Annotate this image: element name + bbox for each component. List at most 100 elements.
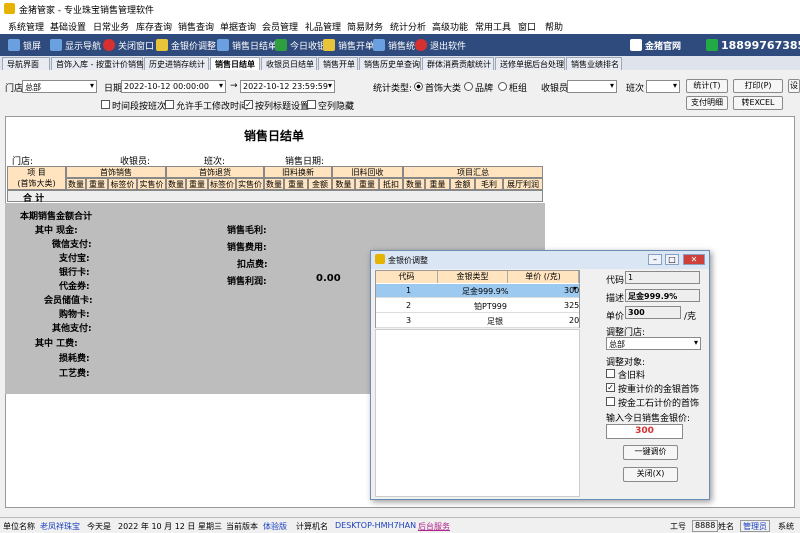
- label-cash: 其中 现金:: [35, 226, 78, 236]
- item-header: 项 目 (首饰大类): [7, 166, 66, 190]
- cashier-select[interactable]: [567, 80, 617, 93]
- target-weight-priced-checkbox[interactable]: [606, 383, 615, 392]
- store-adjust-select[interactable]: 总部: [606, 337, 701, 350]
- label-craft-fee: 工艺费:: [59, 369, 90, 379]
- col-header: 标签价: [208, 178, 236, 190]
- option-manual-time-checkbox[interactable]: [165, 100, 174, 109]
- date-to-input[interactable]: 2022-10-12 23:59:59: [240, 80, 335, 93]
- one-click-adjust-button[interactable]: 一键调价: [623, 445, 678, 460]
- home-icon: [630, 39, 642, 51]
- grid-row[interactable]: 1 足金999.9% 300: [376, 284, 579, 298]
- col-header: 数量: [264, 178, 284, 190]
- tab-history-stats[interactable]: 历史进销存统计: [144, 57, 209, 70]
- row-code: 2: [406, 301, 412, 310]
- tab-group-stats[interactable]: 群体消费贡献统计: [422, 57, 494, 70]
- shift-select[interactable]: [646, 80, 680, 93]
- target-old-material-checkbox[interactable]: [606, 369, 615, 378]
- label-member-card: 会员储值卡:: [44, 296, 93, 306]
- lock-button[interactable]: 锁屏: [8, 38, 41, 52]
- sales-order-icon: [323, 39, 335, 51]
- statistics-icon: [373, 39, 385, 51]
- grid-col-code: 代码: [376, 271, 438, 283]
- worker-value: 8888: [692, 520, 719, 532]
- settings-button[interactable]: 设: [788, 79, 800, 93]
- tab-stock-in[interactable]: 首饰入库 - 按重计价销售: [51, 57, 144, 70]
- dialog-title: 金银价调整: [388, 256, 428, 265]
- label-bank-card: 银行卡:: [59, 268, 90, 278]
- menu-inventory-query[interactable]: 库存查询: [136, 20, 172, 33]
- menu-help[interactable]: 帮助: [545, 20, 563, 33]
- worker-label: 工号: [670, 522, 686, 531]
- title-bar: 金猪管家 - 专业珠宝销售管理软件: [0, 0, 800, 18]
- profit-value: 0.00: [316, 273, 341, 284]
- store-select[interactable]: 总部: [22, 80, 97, 93]
- menu-system[interactable]: 系统管理: [8, 20, 44, 33]
- menu-gift[interactable]: 礼品管理: [305, 20, 341, 33]
- desc-field[interactable]: 足金999.9%: [625, 289, 700, 302]
- stats-button[interactable]: 统计(T): [686, 79, 728, 93]
- col-header: 金额: [450, 178, 475, 190]
- service-link[interactable]: 后台服务: [418, 521, 450, 532]
- store-label: 门店: [5, 84, 24, 94]
- show-navigation-button[interactable]: 显示导航: [50, 38, 101, 52]
- col-header: 重量: [425, 178, 450, 190]
- price-field[interactable]: 300: [625, 306, 681, 319]
- phone-icon: [706, 39, 718, 51]
- tab-sales-history[interactable]: 销售历史单查询: [359, 57, 421, 70]
- print-button[interactable]: 打印(P): [733, 79, 783, 93]
- website-link[interactable]: 金猪官网: [630, 38, 681, 52]
- sales-order-button[interactable]: 销售开单: [323, 38, 374, 52]
- tab-sales-order[interactable]: 销售开单: [318, 57, 358, 70]
- menu-advanced[interactable]: 高级功能: [432, 20, 468, 33]
- price-label: 单价: [606, 312, 625, 322]
- menu-sales-query[interactable]: 销售查询: [178, 20, 214, 33]
- tab-daily-report[interactable]: 销售日结单: [210, 57, 260, 70]
- menu-member[interactable]: 会员管理: [262, 20, 298, 33]
- menu-document-query[interactable]: 单据查询: [220, 20, 256, 33]
- stat-type-category-radio[interactable]: [414, 82, 423, 91]
- date-from-input[interactable]: 2022-10-12 00:00:00: [121, 80, 226, 93]
- menu-statistics[interactable]: 统计分析: [390, 20, 426, 33]
- col-header: 标签价: [108, 178, 137, 190]
- daily-report-button[interactable]: 销售日结单: [217, 38, 277, 52]
- unit-value: 老凤祥珠宝: [40, 522, 80, 531]
- group-returns-header: 首饰退货: [166, 166, 264, 178]
- row-code: 3: [406, 316, 412, 325]
- tab-ranking[interactable]: 销售业绩排名: [566, 57, 622, 70]
- target-labor-priced-checkbox[interactable]: [606, 397, 615, 406]
- row-price: 20: [569, 316, 580, 325]
- menu-basic-settings[interactable]: 基础设置: [50, 20, 86, 33]
- option-hide-empty-checkbox[interactable]: [307, 100, 316, 109]
- minimize-button[interactable]: –: [648, 254, 662, 265]
- grid-row[interactable]: 2 铂PT999 325: [376, 299, 579, 313]
- menu-daily-business[interactable]: 日常业务: [93, 20, 129, 33]
- option-column-title-label: 按列标题设置: [255, 102, 310, 112]
- menu-window[interactable]: 窗口: [518, 20, 536, 33]
- menu-finance[interactable]: 简易财务: [347, 20, 383, 33]
- option-manual-time-label: 允许手工修改时间: [176, 102, 249, 112]
- col-header: 重量: [86, 178, 108, 190]
- stat-type-counter-radio[interactable]: [498, 82, 507, 91]
- today-price-input[interactable]: 300: [606, 424, 683, 439]
- code-field[interactable]: 1: [625, 271, 700, 284]
- tab-cashier-report[interactable]: 收银员日结单: [261, 57, 317, 70]
- today-cashier-button[interactable]: 今日收银: [275, 38, 326, 52]
- option-shift-time-label: 时间段按班次: [112, 102, 167, 112]
- maximize-button[interactable]: □: [665, 254, 679, 265]
- option-column-title-checkbox[interactable]: [244, 100, 253, 109]
- grid-row[interactable]: 3 足银 20: [376, 314, 579, 328]
- payment-detail-button[interactable]: 支付明细: [686, 96, 728, 110]
- option-shift-time-checkbox[interactable]: [101, 100, 110, 109]
- dialog-close-x-button[interactable]: 关闭(X): [623, 467, 678, 482]
- to-excel-button[interactable]: 转EXCEL: [733, 96, 783, 110]
- tab-repair[interactable]: 送修单据后台处理: [495, 57, 565, 70]
- dialog-close-button[interactable]: ✕: [683, 254, 705, 265]
- stat-type-brand-radio[interactable]: [464, 82, 473, 91]
- menu-tools[interactable]: 常用工具: [475, 20, 511, 33]
- close-window-button[interactable]: 关闭窗口: [103, 38, 154, 52]
- grid-empty-area: [375, 329, 580, 497]
- tab-navigation[interactable]: 导航界面: [2, 57, 50, 70]
- exit-button[interactable]: 退出软件: [415, 38, 466, 52]
- cashier-label: 收银员: [541, 84, 569, 94]
- gold-price-adjust-button[interactable]: 金银价调整: [156, 38, 216, 52]
